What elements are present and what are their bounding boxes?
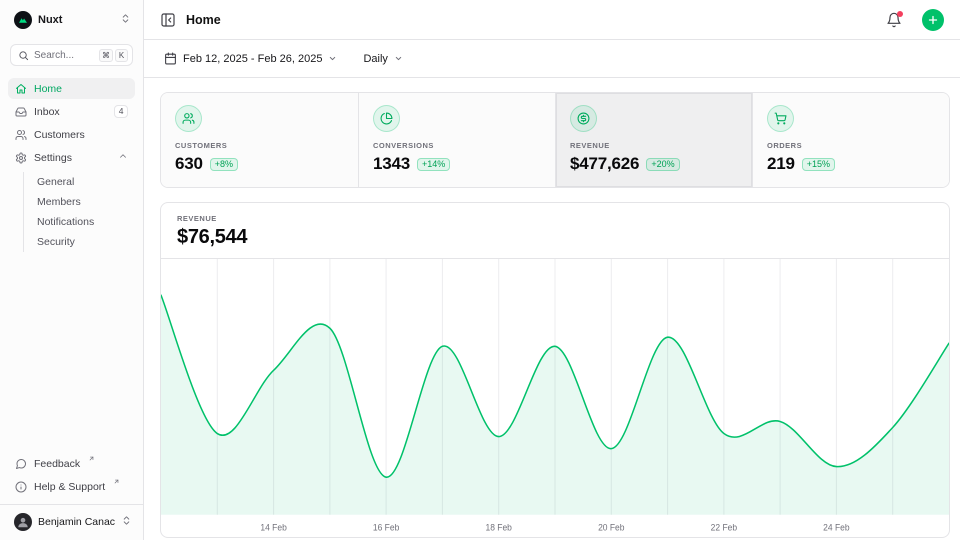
workspace-name: Nuxt (38, 14, 114, 26)
svg-text:14 Feb: 14 Feb (260, 522, 287, 532)
chat-bubble-icon (15, 458, 27, 470)
sidebar-nav: Home Inbox 4 Customers Settings General (8, 78, 135, 252)
settings-submenu: General Members Notifications Security (23, 172, 135, 252)
sidebar-item-security[interactable]: Security (24, 232, 135, 252)
chart-plot-area[interactable]: 14 Feb 16 Feb 18 Feb 20 Feb 22 Feb 24 Feb (161, 259, 949, 537)
sidebar-item-label: Help & Support (34, 481, 105, 493)
stat-label: CUSTOMERS (175, 141, 344, 150)
date-range-label: Feb 12, 2025 - Feb 26, 2025 (183, 53, 322, 65)
sidebar-item-members[interactable]: Members (24, 192, 135, 212)
period-select[interactable]: Daily (359, 49, 406, 69)
user-menu[interactable]: Benjamin Canac (8, 510, 135, 534)
notification-dot (897, 11, 903, 17)
sidebar-item-label: Settings (34, 152, 111, 164)
sidebar-item-feedback[interactable]: Feedback (8, 453, 135, 474)
chevron-down-icon (394, 54, 403, 63)
home-icon (15, 83, 27, 95)
sidebar-item-home[interactable]: Home (8, 78, 135, 99)
sidebar-footer-nav: Feedback Help & Support (8, 453, 135, 497)
stat-card-customers[interactable]: CUSTOMERS 630 +8% (161, 93, 358, 187)
revenue-chart-card: REVENUE $76,544 14 Feb 16 Feb 18 Feb 20 Feb… (160, 202, 950, 538)
stat-value: 1343 (373, 154, 410, 174)
nuxt-logo-icon (14, 11, 32, 29)
search-shortcut: ⌘ K (99, 49, 128, 62)
dollar-circle-icon (570, 105, 597, 132)
chart-header: REVENUE $76,544 (161, 203, 949, 259)
stat-label: CONVERSIONS (373, 141, 541, 150)
topbar: Home (144, 0, 960, 40)
date-range-picker[interactable]: Feb 12, 2025 - Feb 26, 2025 (160, 48, 341, 69)
sidebar-spacer (8, 252, 135, 453)
pie-chart-icon (373, 105, 400, 132)
plus-icon (927, 14, 939, 26)
search-placeholder: Search... (34, 50, 94, 61)
stat-label: REVENUE (570, 141, 738, 150)
stat-delta-badge: +15% (802, 158, 835, 171)
period-label: Daily (363, 53, 387, 65)
chevron-up-icon (118, 151, 128, 164)
svg-text:16 Feb: 16 Feb (373, 522, 400, 532)
sidebar-item-customers[interactable]: Customers (8, 124, 135, 145)
dashboard-app: Nuxt Search... ⌘ K Home Inbox 4 (0, 0, 960, 540)
external-link-icon (113, 476, 120, 488)
inbox-icon (15, 106, 27, 118)
sidebar-item-inbox[interactable]: Inbox 4 (8, 101, 135, 122)
sidebar-item-label: Customers (34, 129, 128, 141)
workspace-switcher[interactable]: Nuxt (8, 9, 135, 31)
sidebar-item-help-support[interactable]: Help & Support (8, 476, 135, 497)
search-input[interactable]: Search... ⌘ K (10, 44, 133, 66)
revenue-chart: 14 Feb 16 Feb 18 Feb 20 Feb 22 Feb 24 Feb (161, 259, 949, 537)
sidebar-item-label: Inbox (34, 106, 107, 118)
stat-card-conversions[interactable]: CONVERSIONS 1343 +14% (358, 93, 555, 187)
sidebar-item-general[interactable]: General (24, 172, 135, 192)
info-circle-icon (15, 481, 27, 493)
sidebar-item-notifications[interactable]: Notifications (24, 212, 135, 232)
stats-grid: CUSTOMERS 630 +8% CONVERSIONS 1343 +14% (160, 92, 950, 188)
kbd-cmd: ⌘ (99, 49, 113, 62)
sidebar-divider (0, 504, 143, 505)
content-area: CUSTOMERS 630 +8% CONVERSIONS 1343 +14% (144, 78, 960, 540)
chevron-up-down-icon (121, 513, 132, 531)
sidebar-item-settings[interactable]: Settings (8, 147, 135, 168)
svg-text:18 Feb: 18 Feb (485, 522, 512, 532)
user-name: Benjamin Canac (38, 516, 115, 528)
svg-text:24 Feb: 24 Feb (823, 522, 850, 532)
chart-current-value: $76,544 (177, 226, 933, 249)
stat-delta-badge: +20% (646, 158, 679, 171)
stat-card-revenue[interactable]: REVENUE $477,626 +20% (555, 93, 752, 187)
stat-value: 219 (767, 154, 795, 174)
stat-value: $477,626 (570, 154, 639, 174)
calendar-icon (164, 52, 177, 65)
svg-text:22 Feb: 22 Feb (711, 522, 738, 532)
avatar (14, 513, 32, 531)
sidebar-collapse-button[interactable] (160, 12, 176, 28)
main-panel: Home Feb 12, 2025 - Feb 26, 2025 Daily (144, 0, 960, 540)
stat-label: ORDERS (767, 141, 935, 150)
stat-delta-badge: +14% (417, 158, 450, 171)
notifications-button[interactable] (886, 12, 902, 28)
sidebar-item-label: Home (34, 83, 128, 95)
page-title: Home (186, 13, 876, 27)
kbd-k: K (115, 49, 128, 62)
svg-text:20 Feb: 20 Feb (598, 522, 625, 532)
panel-left-close-icon (160, 12, 176, 28)
search-icon (18, 50, 29, 61)
users-icon (15, 129, 27, 141)
stat-delta-badge: +8% (210, 158, 238, 171)
cart-icon (767, 105, 794, 132)
sidebar-item-label: Feedback (34, 458, 80, 470)
chart-title: REVENUE (177, 214, 933, 223)
add-button[interactable] (922, 9, 944, 31)
stat-card-orders[interactable]: ORDERS 219 +15% (752, 93, 949, 187)
chevron-up-down-icon (120, 11, 131, 29)
stat-value: 630 (175, 154, 203, 174)
sidebar: Nuxt Search... ⌘ K Home Inbox 4 (0, 0, 144, 540)
gear-icon (15, 152, 27, 164)
inbox-count-badge: 4 (114, 105, 128, 118)
chevron-down-icon (328, 54, 337, 63)
external-link-icon (88, 453, 95, 465)
users-icon (175, 105, 202, 132)
filter-toolbar: Feb 12, 2025 - Feb 26, 2025 Daily (144, 40, 960, 78)
